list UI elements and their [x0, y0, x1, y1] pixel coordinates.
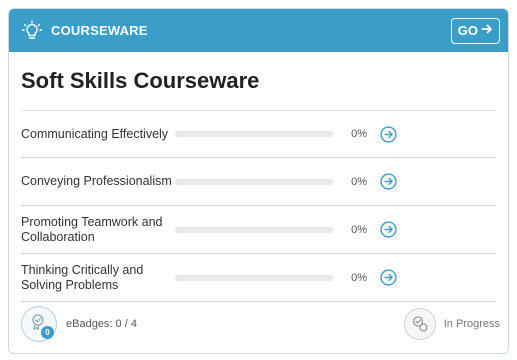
progress-bar [175, 226, 333, 233]
course-title: Soft Skills Courseware [21, 68, 260, 93]
progress-percent: 0% [351, 175, 367, 188]
ebadges-count-text: eBadges: 0 / 4 [66, 318, 137, 330]
go-button-label: GO [457, 23, 478, 38]
progress-bar [175, 274, 333, 281]
lightbulb-icon [21, 20, 43, 42]
module-label: Communicating Effectively [21, 126, 169, 141]
open-module-arrow-icon[interactable] [379, 221, 397, 239]
courseware-card: COURSEWARE GO Soft Skills Courseware Com… [8, 8, 509, 354]
progress-percent: 0% [351, 223, 367, 236]
open-module-arrow-icon[interactable] [379, 125, 397, 143]
ebadge-button[interactable]: 0 [21, 306, 57, 342]
badge-count: 0 [41, 326, 54, 339]
status-text: In Progress [443, 318, 500, 330]
card-header: COURSEWARE GO [9, 9, 508, 52]
module-row: Promoting Teamwork and Collaboration 0% [21, 206, 496, 254]
open-module-arrow-icon[interactable] [379, 173, 397, 191]
module-row: Communicating Effectively 0% [21, 110, 496, 158]
card-footer: 0 eBadges: 0 / 4 In Progress [9, 295, 508, 353]
module-label: Promoting Teamwork and Collaboration [21, 214, 163, 244]
go-button[interactable]: GO [450, 17, 500, 44]
progress-bar [175, 131, 333, 137]
module-row: Conveying Professionalism 0% [21, 158, 496, 206]
module-label: Conveying Professionalism [21, 174, 172, 188]
status-icon [403, 308, 436, 340]
open-module-arrow-icon[interactable] [379, 269, 397, 287]
module-label: Thinking Critically and Solving Problems [21, 262, 144, 292]
arrow-right-icon [481, 23, 493, 38]
progress-percent: 0% [351, 128, 367, 140]
module-list: Communicating Effectively 0% Conveying P… [9, 110, 508, 302]
progress-percent: 0% [351, 271, 367, 284]
section-label: COURSEWARE [51, 23, 148, 38]
progress-bar [175, 178, 333, 185]
